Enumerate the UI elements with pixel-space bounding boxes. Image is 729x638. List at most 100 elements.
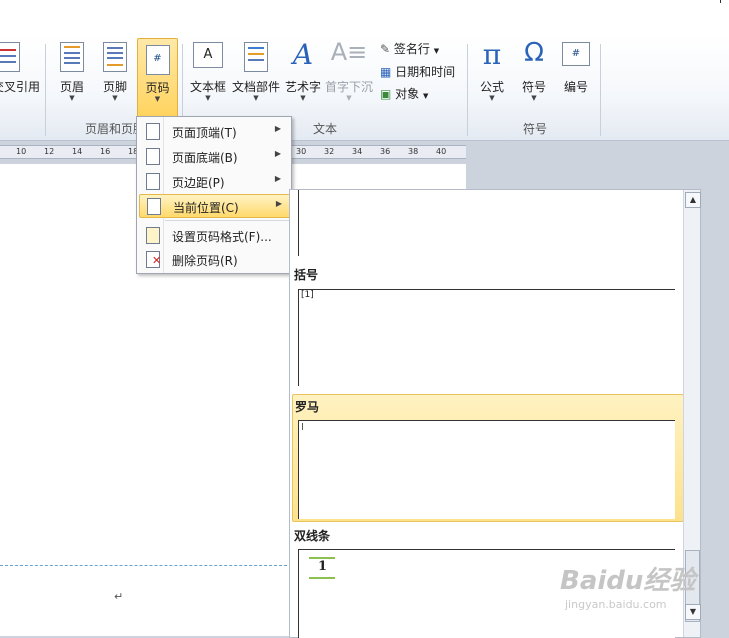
wordart-label: 艺术字 [284, 80, 321, 94]
submenu-arrow-icon: ▶ [274, 149, 281, 158]
footer-icon [103, 42, 127, 72]
page-number-icon: # [145, 45, 170, 75]
menu-item-label: 当前位置(C) [173, 201, 239, 215]
chevron-down-icon: ▼ [300, 94, 306, 102]
footer-boundary-line [0, 565, 292, 566]
wordart-button[interactable]: A 艺术字 ▼ [283, 36, 323, 116]
gallery-item-roman[interactable]: I [298, 420, 675, 519]
gallery-item-label: 罗马 [295, 400, 320, 414]
page-number-label: 页码 [145, 81, 170, 95]
pi-icon: π [482, 38, 502, 71]
window-edge-mark [720, 0, 729, 3]
menu-item-label: 设置页码格式(F)... [172, 230, 272, 244]
gallery-item-label: 括号 [294, 268, 319, 282]
header-label: 页眉 [59, 80, 84, 94]
header-button[interactable]: 页眉 ▼ [51, 36, 93, 116]
scroll-up-button[interactable]: ▲ [685, 192, 701, 208]
date-time-label: 日期和时间 [395, 65, 456, 79]
chevron-down-icon: ▼ [423, 92, 429, 100]
ruler-tick: 38 [408, 147, 419, 156]
group-label-text: 文本 [313, 122, 338, 136]
ruler-tick: 32 [324, 147, 335, 156]
watermark-logo: Baidu经验 [560, 566, 696, 596]
menu-separator [165, 220, 289, 221]
cross-reference-icon [0, 42, 20, 72]
header-icon [60, 42, 84, 72]
signature-line-icon: ✎ [380, 42, 391, 56]
submenu-arrow-icon: ▶ [275, 199, 282, 208]
quick-parts-icon [244, 42, 268, 72]
equation-button[interactable]: π 公式 ▼ [472, 36, 512, 116]
cross-reference-button[interactable]: 交叉引用 [0, 36, 42, 116]
drop-cap-label: 首字下沉 [324, 80, 373, 94]
chevron-down-icon: ▼ [433, 47, 440, 55]
object-icon: ▣ [380, 87, 392, 101]
chevron-down-icon: ▼ [346, 94, 352, 102]
chevron-down-icon: ▼ [205, 94, 211, 102]
ruler-tick: 30 [296, 147, 307, 156]
gallery-item-brackets[interactable]: [1] [298, 289, 675, 386]
menu-item-label: 页面顶端(T) [172, 126, 237, 140]
title-area [0, 0, 729, 37]
footer-button[interactable]: 页脚 ▼ [94, 36, 136, 116]
ribbon-insert-tab: 交叉引用 页眉 ▼ 页脚 ▼ # 页码 ▼ 页眉和页脚 A 文本框 ▼ [0, 36, 729, 141]
remove-page-number-icon: ✕ [146, 251, 161, 268]
submenu-arrow-icon: ▶ [274, 124, 281, 133]
symbol-button[interactable]: Ω 符号 ▼ [514, 36, 554, 116]
chevron-down-icon: ▼ [69, 94, 75, 102]
chevron-down-icon: ▼ [154, 95, 161, 103]
ruler-tick: 10 [16, 147, 27, 156]
number-button[interactable]: # 编号 [556, 36, 596, 116]
group-separator [600, 44, 601, 136]
gallery-item-label: 双线条 [294, 529, 331, 543]
menu-item-current-position[interactable]: 当前位置(C) ▶ [139, 194, 291, 218]
wordart-icon: A [292, 38, 314, 71]
text-box-button[interactable]: A 文本框 ▼ [186, 36, 230, 116]
ruler-tick: 40 [436, 147, 447, 156]
scroll-down-button[interactable]: ▼ [685, 604, 701, 620]
equation-label: 公式 [479, 80, 504, 94]
menu-item-top-of-page[interactable]: 页面顶端(T) ▶ [139, 120, 289, 142]
gallery-preview-text: I [301, 422, 304, 433]
menu-item-label: 页边距(P) [172, 176, 225, 190]
menu-item-remove-page-numbers[interactable]: ✕ 删除页码(R) [139, 248, 289, 270]
object-button[interactable]: ▣ 对象 ▼ [380, 85, 428, 102]
object-label: 对象 [395, 87, 420, 101]
ruler-tick: 16 [100, 147, 111, 156]
page-top-icon [146, 123, 160, 140]
number-label: 编号 [563, 80, 588, 94]
group-label-symbols: 符号 [523, 122, 548, 136]
page-bottom-icon [146, 148, 160, 165]
submenu-arrow-icon: ▶ [274, 174, 281, 183]
drop-cap-button[interactable]: A≡ 首字下沉 ▼ [324, 36, 374, 116]
gallery-preview-text: 1 [318, 559, 328, 574]
quick-parts-button[interactable]: 文档部件 ▼ [230, 36, 282, 116]
chevron-down-icon: ▼ [531, 94, 537, 102]
signature-line-button[interactable]: ✎ 签名行 ▼ [380, 40, 439, 57]
menu-item-page-margins[interactable]: 页边距(P) ▶ [139, 170, 289, 192]
ruler-tick: 36 [380, 147, 391, 156]
ruler-tick: 14 [72, 147, 83, 156]
menu-item-label: 页面底端(B) [172, 151, 238, 165]
ruler-tick: 34 [352, 147, 363, 156]
gallery-preview-text: [1] [301, 290, 314, 300]
page-number-button[interactable]: # 页码 ▼ [137, 38, 178, 118]
chevron-down-icon: ▼ [253, 94, 259, 102]
group-separator [45, 44, 46, 136]
number-icon: # [562, 42, 590, 66]
current-position-icon [147, 198, 161, 215]
symbol-label: 符号 [521, 80, 546, 94]
menu-item-format-page-numbers[interactable]: 设置页码格式(F)... [139, 224, 289, 246]
text-box-label: 文本框 [189, 80, 226, 94]
menu-item-bottom-of-page[interactable]: 页面底端(B) ▶ [139, 145, 289, 167]
footer-label: 页脚 [102, 80, 127, 94]
date-time-button[interactable]: ▦ 日期和时间 [380, 63, 455, 80]
quick-parts-label: 文档部件 [231, 80, 280, 94]
group-separator [467, 44, 468, 136]
menu-item-label: 删除页码(R) [172, 254, 238, 268]
signature-line-label: 签名行 [393, 42, 430, 56]
omega-icon: Ω [524, 38, 544, 68]
gallery-item-roman-highlight[interactable]: 罗马 I [292, 394, 684, 522]
text-box-icon: A [193, 42, 223, 68]
format-page-number-icon [146, 227, 160, 244]
